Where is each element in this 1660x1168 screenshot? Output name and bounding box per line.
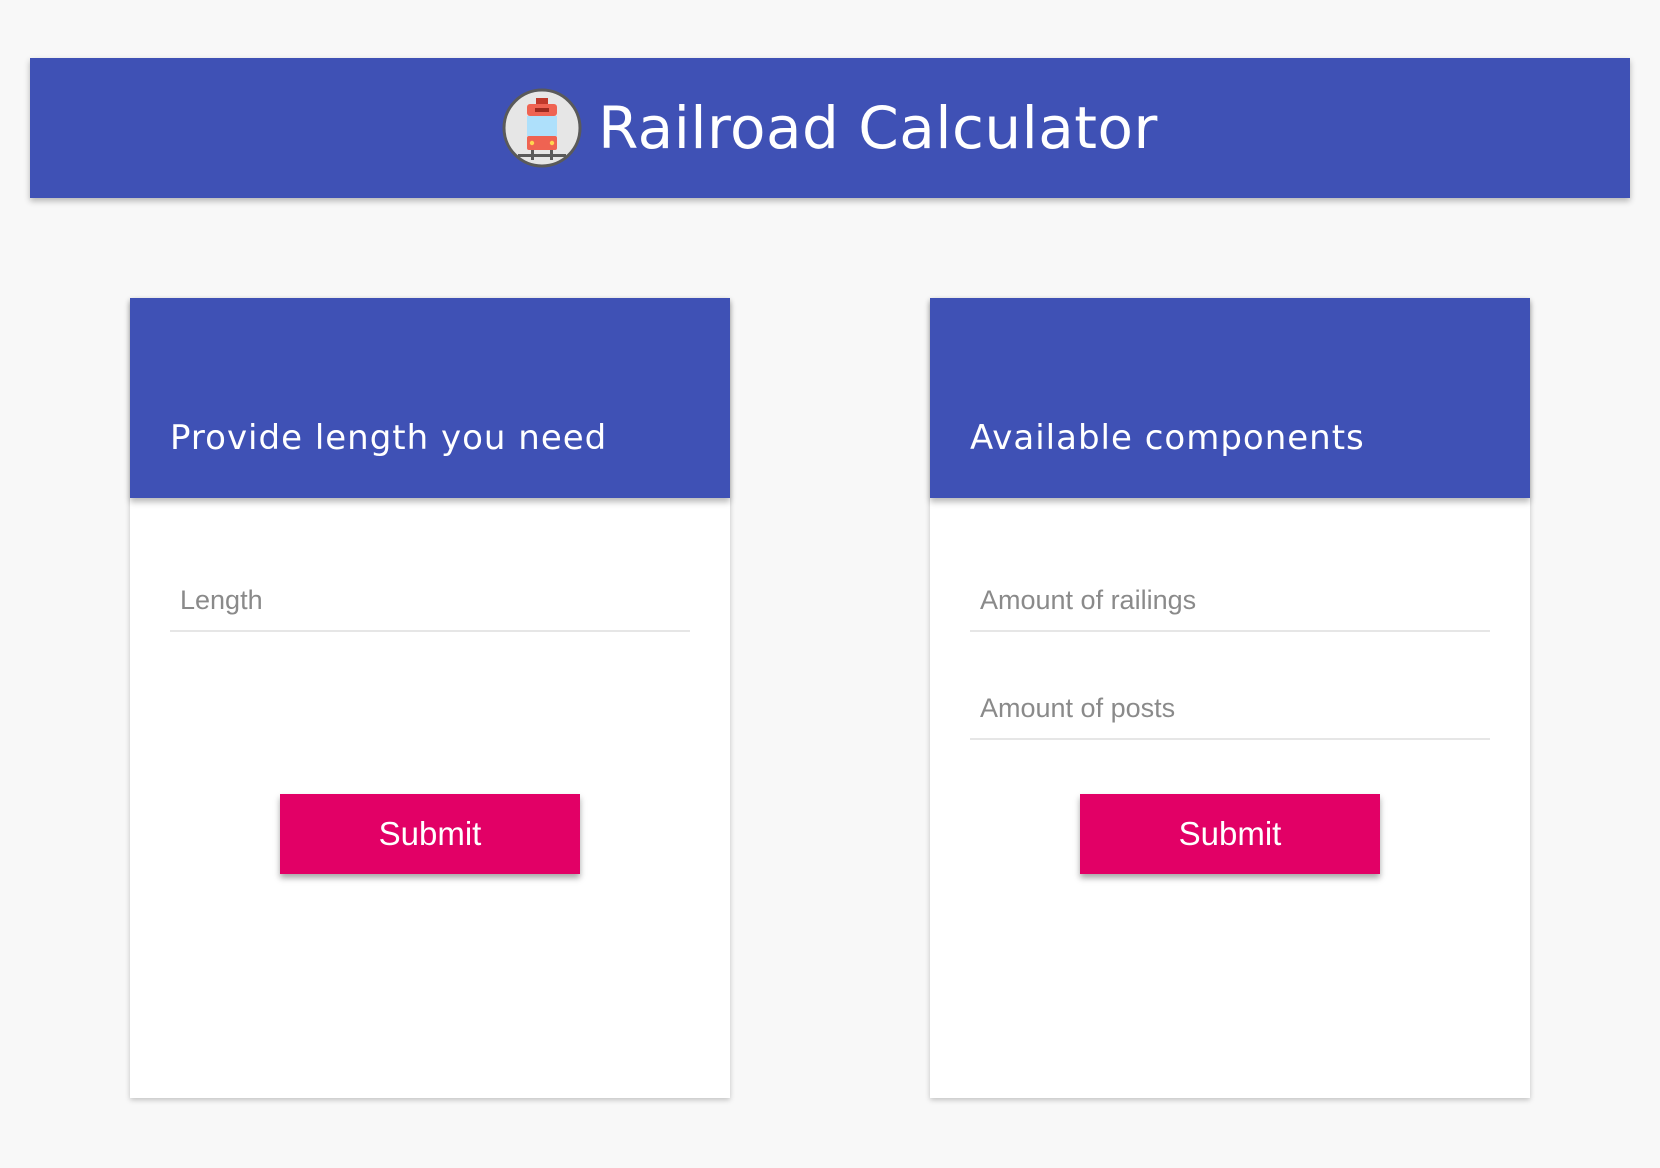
train-icon <box>502 88 582 168</box>
posts-input[interactable] <box>970 678 1490 738</box>
components-card-header: Available components <box>930 298 1530 498</box>
components-card-title: Available components <box>970 418 1365 458</box>
length-field <box>170 570 690 632</box>
railings-field <box>970 570 1490 632</box>
app-header: Railroad Calculator <box>30 58 1630 198</box>
length-card: Provide length you need Submit <box>130 298 730 1098</box>
app-title: Railroad Calculator <box>598 94 1158 162</box>
length-submit-button[interactable]: Submit <box>280 794 580 874</box>
length-card-title: Provide length you need <box>170 418 608 458</box>
length-card-header: Provide length you need <box>130 298 730 498</box>
components-submit-button[interactable]: Submit <box>1080 794 1380 874</box>
components-card: Available components Submit <box>930 298 1530 1098</box>
posts-field <box>970 678 1490 740</box>
railings-input[interactable] <box>970 570 1490 630</box>
length-input[interactable] <box>170 570 690 630</box>
